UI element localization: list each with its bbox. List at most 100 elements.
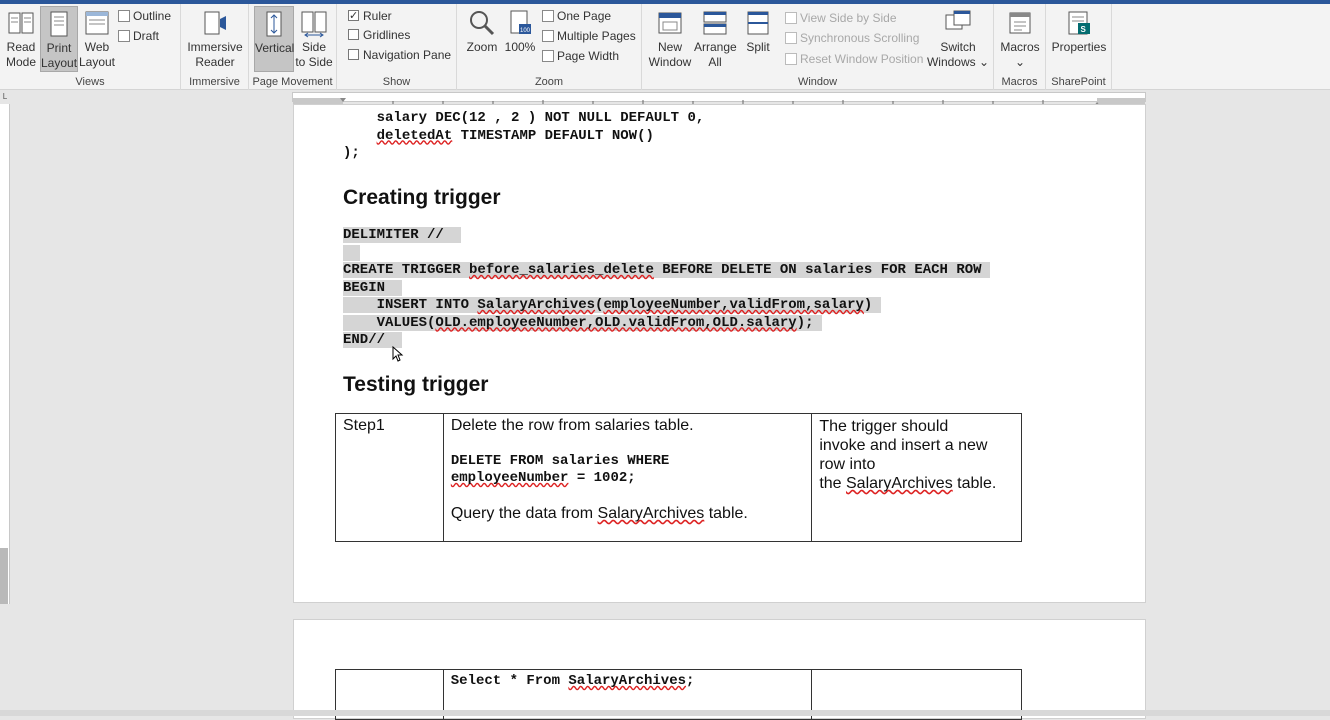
vertical-button[interactable]: Vertical [254,6,294,72]
step-description: Delete the row from salaries table. [450,417,694,434]
read-mode-button[interactable]: Read Mode [2,6,40,72]
code-line-begin: BEGIN [343,279,990,298]
code-create-trigger-keyword: CREATE TRIGGER [343,262,470,278]
zoom-button[interactable]: Zoom [463,6,501,72]
outline-icon [118,10,130,22]
code-line-insert: INSERT INTO SalaryArchives(employeeNumbe… [343,297,990,315]
query-description-pre: Query the data from [450,505,598,522]
immersive-reader-button[interactable]: Immersive Reader [185,6,245,72]
select-sql-table: SalaryArchives [568,673,687,689]
sharepoint-properties-icon: S [1068,11,1090,35]
new-window-button[interactable]: New Window [648,6,692,72]
arrange-all-button[interactable]: Arrange All [694,6,737,72]
web-layout-icon [85,11,109,35]
code-values-end: ); [796,314,814,331]
one-page-label: One Page [557,9,612,23]
reset-window-position-button[interactable]: Reset Window Position [785,50,923,68]
macros-icon [1009,12,1031,34]
new-window-icon [658,12,682,34]
sharepoint-group-label: SharePoint [1051,76,1106,88]
code-line-salary: salary DEC(12 , 2 ) NOT NULL DEFAULT 0, [343,110,705,126]
view-side-by-side-label: View Side by Side [800,11,897,25]
print-layout-label: Print Layout [41,41,78,70]
switch-windows-icon [945,10,971,30]
switch-windows-button[interactable]: Switch Windows ⌄ [926,6,990,72]
multiple-pages-label: Multiple Pages [557,29,636,43]
code-line-deleted: deletedAt TIMESTAMP DEFAULT NOW() [343,128,704,146]
gridlines-label: Gridlines [363,28,411,42]
read-mode-label: Read Mode [5,40,37,69]
ruler-tab-selector[interactable]: L [0,92,10,102]
query-description-table: SalaryArchives [597,505,705,522]
gridlines-checkbox[interactable]: Gridlines [348,26,410,44]
zoom-100-icon: 100 [510,10,531,34]
draft-icon [118,30,130,42]
web-layout-button[interactable]: Web Layout [78,6,116,72]
code-deletedat-word: deletedAt [376,127,453,144]
code-insert-paren-close: ) [863,297,873,313]
draft-button[interactable]: Draft [118,27,159,45]
macros-button[interactable]: Macros ⌄ [999,6,1041,72]
synchronous-scrolling-icon [785,32,797,44]
print-layout-icon [50,11,68,37]
views-group: Read Mode Print Layout Web Layout Outlin… [0,4,181,90]
code-insert-columns: employeeNumber,validFrom,salary [603,297,864,313]
synchronous-scrolling-button[interactable]: Synchronous Scrolling [785,29,919,47]
vertical-scroll-icon [266,11,282,37]
horizontal-ruler[interactable] [292,92,1146,106]
web-layout-label: Web Layout [78,40,116,69]
code-end-keyword: END// [343,332,386,348]
code-deletedat-rest: TIMESTAMP DEFAULT NOW() [452,127,654,144]
vertical-scrollbar-thumb[interactable] [0,548,8,604]
page-movement-group: Vertical Side to Side Page Movement [249,4,337,90]
zoom-group: Zoom 100 100% One Page Multiple Pages Pa… [457,4,642,90]
test-steps-table: Step1 Delete the row from salaries table… [335,413,1022,542]
properties-button[interactable]: S Properties [1050,6,1108,72]
code-line-end: END// [343,332,990,350]
navigation-pane-checkbox[interactable]: Navigation Pane [348,46,451,64]
multiple-pages-icon [542,30,554,42]
navigation-pane-check-icon [348,49,359,60]
one-page-button[interactable]: One Page [542,7,611,25]
delete-sql-rest: = 1002; [568,470,636,486]
immersive-group: Immersive Reader Immersive [181,4,249,90]
expected-pre: the [819,475,846,492]
code-delimiter-text: DELIMITER // [343,227,444,243]
ruler-label: Ruler [363,9,392,23]
code-trigger-name: before_salaries_delete [469,262,654,278]
step-label: Step1 [343,417,385,434]
status-bar [0,710,1330,716]
vertical-ruler[interactable] [0,104,10,604]
view-side-by-side-button[interactable]: View Side by Side [785,9,897,27]
code-line-blank [343,244,990,263]
window-group: New Window Arrange All Split View Side b… [642,4,994,90]
split-label: Split [746,40,770,54]
immersive-group-label: Immersive [189,76,240,88]
page-width-button[interactable]: Page Width [542,47,619,65]
svg-text:S: S [1081,25,1087,34]
new-window-label: New Window [648,40,692,69]
expected-post: table. [952,475,997,492]
code-values-list: OLD.employeeNumber,OLD.validFrom,OLD.sal… [435,314,797,331]
side-to-side-button[interactable]: Side to Side [295,6,333,72]
page-movement-group-label: Page Movement [252,76,333,88]
arrange-all-label: Arrange All [694,40,737,69]
delete-sql-column: employeeNumber [450,470,569,486]
ruler-checkbox[interactable]: Ruler [348,7,392,25]
multiple-pages-button[interactable]: Multiple Pages [542,27,636,45]
expected-line-2: invoke and insert a new [819,437,988,454]
zoom-100-label: 100% [504,40,536,54]
heading-testing-trigger: Testing trigger [343,373,489,396]
window-group-label: Window [797,76,838,88]
query-description-post: table. [704,505,748,522]
outline-button[interactable]: Outline [118,7,171,25]
trigger-code-block[interactable]: DELIMITER // CREATE TRIGGER before_salar… [343,227,990,350]
split-button[interactable]: Split [740,6,776,72]
switch-windows-label: Switch Windows ⌄ [926,40,990,69]
zoom-100-button[interactable]: 100 100% [503,6,537,72]
print-layout-button[interactable]: Print Layout [40,6,78,72]
description-cell: Delete the row from salaries table. DELE… [442,413,813,542]
expected-line-1: The trigger should [819,418,949,435]
mouse-pointer-icon [392,346,404,362]
macros-chevron-down-icon: ⌄ [1014,55,1026,69]
